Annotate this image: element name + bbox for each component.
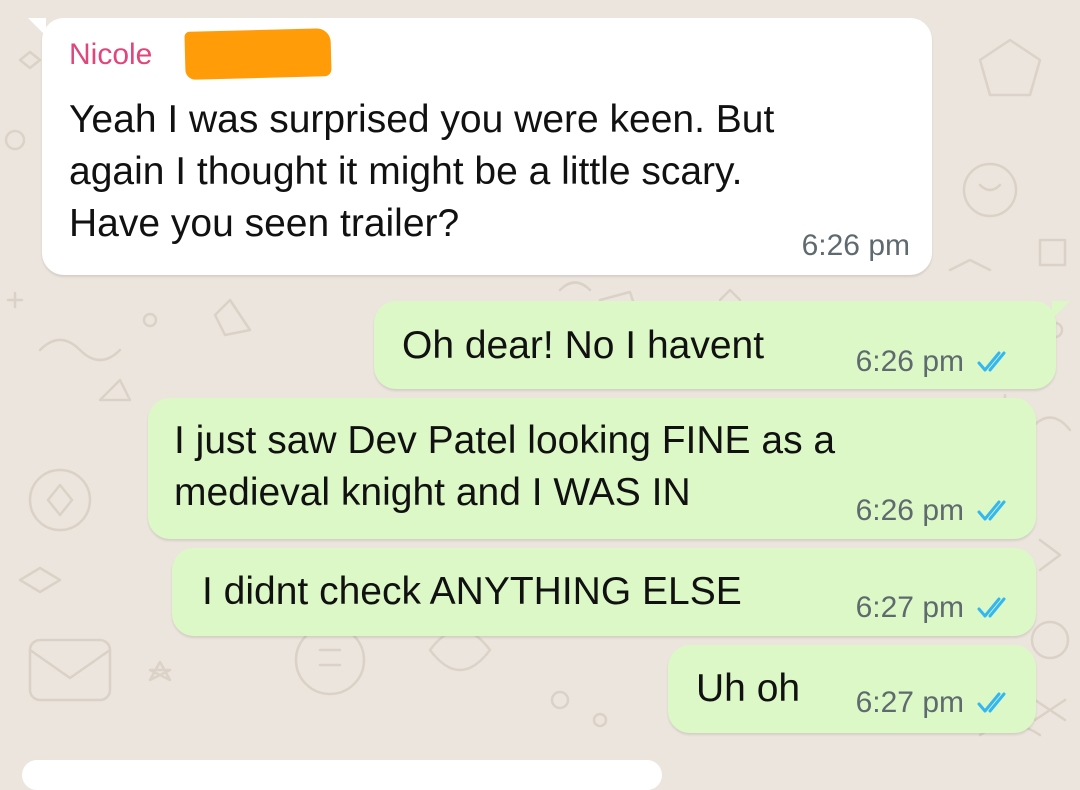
message-meta: 6:26 pm bbox=[856, 345, 1016, 379]
message-text: Yeah I was surprised you were keen. But … bbox=[69, 98, 775, 245]
bubble-tail bbox=[28, 18, 46, 36]
double-check-read-icon bbox=[977, 692, 1006, 713]
next-message-bubble-partial bbox=[22, 760, 662, 790]
double-check-read-icon bbox=[977, 597, 1006, 618]
redaction-mark bbox=[184, 28, 332, 80]
incoming-message-bubble[interactable]: Nicole Yeah I was surprised you were kee… bbox=[28, 18, 932, 275]
message-time: 6:27 pm bbox=[855, 591, 964, 624]
message-meta: 6:26 pm bbox=[856, 494, 1016, 528]
message-text: I didnt check ANYTHING ELSE bbox=[202, 570, 742, 613]
message-text: Uh oh bbox=[696, 667, 801, 710]
double-check-read-icon bbox=[977, 351, 1006, 372]
outgoing-message-bubble[interactable]: Oh dear! No I havent 6:26 pm bbox=[374, 301, 1070, 389]
sender-name: Nicole bbox=[69, 38, 153, 71]
bubble-tail bbox=[1052, 301, 1070, 319]
outgoing-message-bubble[interactable]: I just saw Dev Patel looking FINE as a m… bbox=[148, 398, 1036, 539]
message-text: I just saw Dev Patel looking FINE as a m… bbox=[174, 419, 836, 514]
outgoing-message-bubble[interactable]: Uh oh 6:27 pm bbox=[668, 645, 1036, 733]
message-meta: 6:27 pm bbox=[856, 686, 1016, 720]
message-time: 6:26 pm bbox=[801, 229, 910, 262]
message-meta: 6:26 pm bbox=[802, 229, 910, 263]
double-check-read-icon bbox=[977, 500, 1006, 521]
message-meta: 6:27 pm bbox=[856, 591, 1016, 625]
outgoing-message-bubble[interactable]: I didnt check ANYTHING ELSE 6:27 pm bbox=[172, 548, 1036, 636]
message-text: Oh dear! No I havent bbox=[402, 324, 765, 367]
message-time: 6:26 pm bbox=[855, 345, 964, 378]
message-time: 6:27 pm bbox=[855, 686, 964, 719]
message-time: 6:26 pm bbox=[855, 494, 964, 527]
